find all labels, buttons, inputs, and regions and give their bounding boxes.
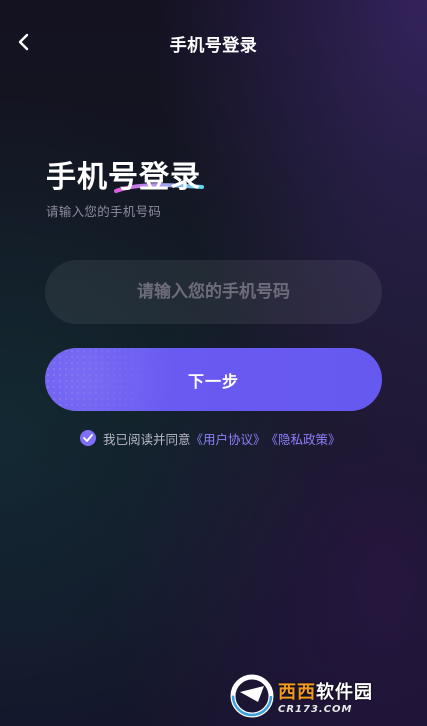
next-step-button[interactable]: 下一步 bbox=[45, 348, 382, 411]
page-title-block: 手机号登录 bbox=[46, 152, 204, 198]
button-dot-pattern bbox=[45, 348, 165, 411]
agreement-text: 我已阅读并同意 bbox=[103, 431, 191, 447]
checkmark-icon bbox=[83, 434, 93, 442]
header-title: 手机号登录 bbox=[169, 36, 258, 56]
privacy-policy-link[interactable]: 《隐私政策》 bbox=[266, 429, 341, 448]
next-step-label: 下一步 bbox=[187, 371, 239, 391]
watermark: 西西软件园 CR173.COM bbox=[228, 672, 418, 720]
watermark-brand: 西西软件园 bbox=[278, 678, 373, 704]
phone-number-input[interactable] bbox=[45, 260, 382, 324]
watermark-brand-white: 软件园 bbox=[316, 681, 373, 703]
user-agreement-link[interactable]: 《用户协议》 bbox=[191, 429, 266, 448]
agreement-checkbox[interactable] bbox=[80, 430, 96, 446]
watermark-logo-icon bbox=[230, 674, 274, 718]
agreement-row: 我已阅读并同意 《用户协议》 《隐私政策》 bbox=[80, 429, 341, 447]
header-bar: 手机号登录 bbox=[0, 0, 427, 86]
watermark-domain: CR173.COM bbox=[278, 703, 353, 715]
page-subtitle: 请输入您的手机号码 bbox=[46, 204, 162, 219]
watermark-brand-orange: 西西 bbox=[278, 681, 316, 703]
page-title: 手机号登录 bbox=[46, 160, 201, 195]
